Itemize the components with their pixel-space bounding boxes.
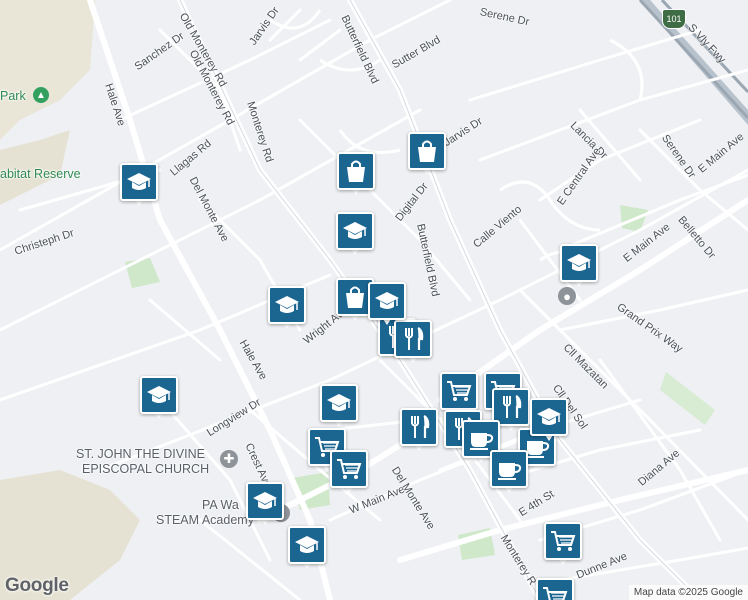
graduation-cap-icon (246, 482, 284, 520)
school-marker[interactable] (288, 526, 326, 570)
school-building-icon[interactable]: ● (558, 287, 576, 305)
coffee-cup-icon (490, 450, 528, 488)
school-marker[interactable] (120, 163, 158, 207)
grocery-marker[interactable] (536, 578, 574, 600)
cafe-marker[interactable] (490, 450, 528, 494)
place-label-church[interactable]: EPISCOPAL CHURCH (82, 462, 209, 476)
graduation-cap-icon (368, 282, 406, 320)
shopping-cart-icon (440, 372, 478, 410)
school-marker[interactable] (336, 212, 374, 256)
school-marker[interactable] (268, 286, 306, 330)
shopping-cart-icon (544, 522, 582, 560)
graduation-cap-icon (320, 384, 358, 422)
graduation-cap-icon (560, 244, 598, 282)
restaurant-marker[interactable] (394, 320, 432, 364)
shopping-cart-icon (330, 450, 368, 488)
place-label-academy[interactable]: STEAM Academy (156, 513, 254, 527)
graduation-cap-icon (268, 286, 306, 324)
graduation-cap-icon (288, 526, 326, 564)
graduation-cap-icon (530, 398, 568, 436)
school-marker[interactable] (368, 282, 406, 326)
school-marker[interactable] (140, 376, 178, 420)
graduation-cap-icon (140, 376, 178, 414)
shopping-marker[interactable] (408, 132, 446, 176)
school-marker[interactable] (560, 244, 598, 288)
map-canvas[interactable]: ▲ ✚ ● ● 101 Jarvis Dr Old Monterey Rd Se… (0, 0, 748, 600)
google-logo: Google (5, 575, 69, 596)
grocery-marker[interactable] (544, 522, 582, 566)
highway-101-shield: 101 (662, 9, 686, 29)
shopping-bag-icon (337, 152, 375, 190)
shopping-bag-icon (408, 132, 446, 170)
graduation-cap-icon (120, 163, 158, 201)
place-label-habitat-reserve[interactable]: abitat Reserve (0, 167, 81, 181)
restaurant-marker[interactable] (400, 408, 438, 452)
school-marker[interactable] (530, 398, 568, 442)
map-attribution[interactable]: Map data ©2025 Google (628, 585, 748, 600)
church-cross-icon[interactable]: ✚ (220, 450, 238, 468)
fork-knife-icon (400, 408, 438, 446)
shopping-marker[interactable] (337, 152, 375, 196)
grocery-marker[interactable] (330, 450, 368, 494)
park-tree-icon[interactable]: ▲ (33, 87, 49, 103)
school-marker[interactable] (320, 384, 358, 428)
place-label-academy[interactable]: PA Wa (202, 498, 239, 512)
graduation-cap-icon (336, 212, 374, 250)
shopping-cart-icon (536, 578, 574, 600)
place-label-church[interactable]: ST. JOHN THE DIVINE (76, 447, 205, 461)
place-label-park[interactable]: Park (0, 89, 26, 103)
school-marker[interactable] (246, 482, 284, 526)
